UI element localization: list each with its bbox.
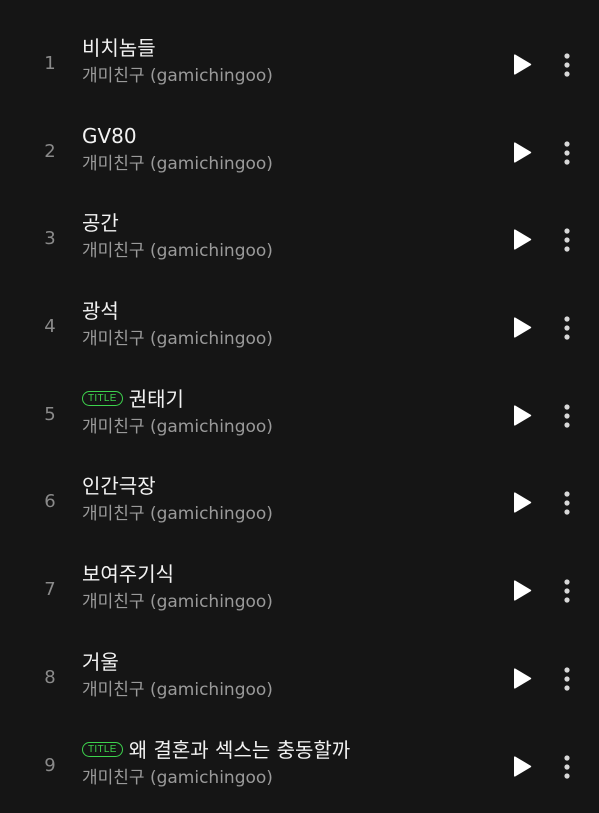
play-button[interactable] [506, 138, 536, 168]
track-row-3[interactable]: 3 공간 개미친구 (gamichingoo) [0, 194, 599, 282]
play-icon [514, 317, 532, 338]
track-info[interactable]: 인간극장 개미친구 (gamichingoo) [82, 473, 482, 525]
track-row-4[interactable]: 4 광석 개미친구 (gamichingoo) [0, 282, 599, 370]
track-artist[interactable]: 개미친구 (gamichingoo) [82, 328, 482, 350]
more-vertical-icon [564, 579, 570, 603]
play-icon [514, 580, 532, 601]
track-artist[interactable]: 개미친구 (gamichingoo) [82, 767, 482, 789]
track-info[interactable]: 보여주기식 개미친구 (gamichingoo) [82, 561, 482, 613]
play-button[interactable] [506, 752, 536, 782]
more-vertical-icon [564, 491, 570, 516]
play-icon [514, 755, 532, 777]
more-options-button[interactable] [554, 225, 580, 255]
track-artist[interactable]: 개미친구 (gamichingoo) [82, 503, 482, 525]
more-vertical-icon [564, 404, 570, 428]
track-row-2[interactable]: 2 GV80 개미친구 (gamichingoo) [0, 107, 599, 195]
track-artist[interactable]: 개미친구 (gamichingoo) [82, 153, 482, 175]
more-options-button[interactable] [554, 50, 580, 80]
track-info[interactable]: TITLE 권태기 개미친구 (gamichingoo) [82, 386, 482, 438]
track-title: GV80 [82, 123, 137, 148]
more-options-button[interactable] [554, 313, 580, 343]
play-button[interactable] [506, 50, 536, 80]
track-info[interactable]: 공간 개미친구 (gamichingoo) [82, 210, 482, 262]
track-number: 1 [44, 53, 56, 74]
track-title: 보여주기식 [82, 562, 174, 587]
more-options-button[interactable] [554, 576, 580, 606]
track-title-line: 보여주기식 [82, 561, 482, 587]
play-icon [514, 668, 532, 689]
play-icon [514, 405, 532, 426]
track-number: 4 [44, 316, 56, 338]
track-artist[interactable]: 개미친구 (gamichingoo) [82, 591, 482, 613]
track-title: 왜 결혼과 섹스는 충동할까 [128, 737, 351, 762]
more-options-button[interactable] [554, 664, 580, 694]
more-vertical-icon [564, 228, 570, 252]
more-vertical-icon [564, 754, 570, 779]
track-info[interactable]: 광석 개미친구 (gamichingoo) [82, 298, 482, 350]
track-title-line: 공간 [82, 210, 482, 236]
track-row-1[interactable]: 1 비치놈들 개미친구 (gamichingoo) [0, 19, 599, 107]
track-title-line: 거울 [82, 649, 482, 675]
track-number: 5 [44, 403, 56, 425]
title-badge: TITLE [82, 742, 123, 757]
track-info[interactable]: TITLE 왜 결혼과 섹스는 충동할까 개미친구 (gamichingoo) [82, 737, 482, 789]
track-artist[interactable]: 개미친구 (gamichingoo) [82, 416, 482, 438]
more-options-button[interactable] [554, 138, 580, 168]
title-badge: TITLE [82, 391, 123, 407]
track-title: 권태기 [128, 386, 184, 411]
track-row-8[interactable]: 8 거울 개미친구 (gamichingoo) [0, 633, 599, 721]
track-title-line: TITLE 권태기 [82, 386, 482, 412]
track-number: 6 [44, 491, 56, 513]
track-title: 인간극장 [82, 474, 156, 499]
track-title-line: 비치놈들 [82, 35, 482, 61]
track-info[interactable]: GV80 개미친구 (gamichingoo) [82, 123, 482, 175]
track-title: 비치놈들 [82, 36, 156, 60]
track-artist[interactable]: 개미친구 (gamichingoo) [82, 65, 482, 87]
more-options-button[interactable] [554, 401, 580, 431]
play-icon [514, 492, 532, 514]
track-number: 3 [44, 228, 56, 250]
track-info[interactable]: 거울 개미친구 (gamichingoo) [82, 649, 482, 701]
play-icon [514, 229, 532, 250]
track-artist[interactable]: 개미친구 (gamichingoo) [82, 240, 482, 262]
track-list: 1 비치놈들 개미친구 (gamichingoo) 2 GV80 개미친구 (g… [0, 0, 599, 813]
track-artist[interactable]: 개미친구 (gamichingoo) [82, 679, 482, 701]
more-vertical-icon [564, 53, 570, 77]
track-number: 8 [44, 666, 56, 688]
track-title: 광석 [82, 299, 119, 324]
play-icon [514, 142, 532, 163]
play-button[interactable] [506, 313, 536, 343]
track-number: 2 [44, 140, 56, 162]
more-vertical-icon [564, 667, 570, 691]
track-title: 거울 [82, 649, 119, 674]
track-info[interactable]: 비치놈들 개미친구 (gamichingoo) [82, 35, 482, 87]
track-row-7[interactable]: 7 보여주기식 개미친구 (gamichingoo) [0, 545, 599, 633]
play-button[interactable] [506, 664, 536, 694]
track-title-line: TITLE 왜 결혼과 섹스는 충동할까 [82, 737, 482, 763]
track-number: 9 [44, 754, 56, 776]
play-button[interactable] [506, 401, 536, 431]
track-title: 공간 [82, 211, 119, 236]
more-options-button[interactable] [554, 488, 580, 518]
play-button[interactable] [506, 488, 536, 518]
track-row-6[interactable]: 6 인간극장 개미친구 (gamichingoo) [0, 457, 599, 545]
track-number: 7 [44, 579, 56, 601]
track-title-line: GV80 [82, 123, 482, 149]
track-title-line: 인간극장 [82, 473, 482, 499]
more-vertical-icon [564, 141, 570, 165]
track-title-line: 광석 [82, 298, 482, 324]
play-button[interactable] [506, 225, 536, 255]
more-vertical-icon [564, 316, 570, 340]
track-row-9[interactable]: 9 TITLE 왜 결혼과 섹스는 충동할까 개미친구 (gamichingoo… [0, 721, 599, 809]
play-icon [514, 54, 532, 75]
track-row-5[interactable]: 5 TITLE 권태기 개미친구 (gamichingoo) [0, 370, 599, 458]
more-options-button[interactable] [554, 752, 580, 782]
play-button[interactable] [506, 576, 536, 606]
